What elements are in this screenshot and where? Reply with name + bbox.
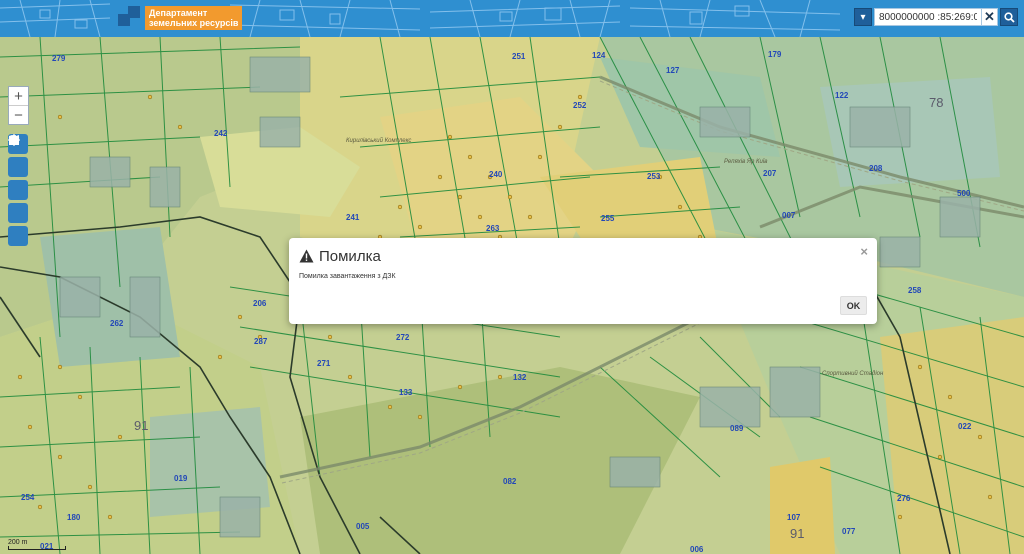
- parcel-label: 255: [601, 214, 615, 223]
- parcel-label: 254: [21, 493, 35, 502]
- parcel-label: 206: [253, 299, 267, 308]
- chevron-down-icon: ▾: [860, 11, 866, 23]
- parcel-label: 133: [399, 388, 413, 397]
- parcel-label: 263: [486, 224, 500, 233]
- block-label: 91: [790, 526, 805, 541]
- ok-button[interactable]: OK: [840, 296, 867, 315]
- parcel-label: 132: [513, 373, 527, 382]
- warning-icon: [299, 249, 314, 263]
- parcel-label: 007: [782, 211, 796, 220]
- parcel-label: 019: [174, 474, 188, 483]
- parcel-label: 006: [690, 545, 704, 554]
- parcel-label: 022: [958, 422, 972, 431]
- parcel-label: 251: [512, 52, 526, 61]
- close-icon: ✕: [984, 9, 995, 24]
- target-icon: [8, 134, 20, 146]
- parcel-label: 258: [908, 286, 922, 295]
- parcel-label: 127: [666, 66, 680, 75]
- zoom-in-button[interactable]: +: [9, 87, 28, 105]
- dialog-close-button[interactable]: ×: [860, 244, 868, 259]
- parcel-label: 124: [592, 51, 606, 60]
- parcel-label: 207: [763, 169, 777, 178]
- place-label: Кирилівський Комплекс: [346, 138, 412, 144]
- parcel-label: 179: [768, 50, 782, 59]
- error-dialog: Помилка × Помилка завантаження з ДЗК OK: [289, 238, 877, 324]
- scale-bar: 200 m: [8, 539, 66, 550]
- logo-mark-icon: [118, 6, 142, 30]
- parcel-label: 107: [787, 513, 801, 522]
- app-header: Департамент земельних ресурсів ▾ ✕: [0, 0, 1024, 37]
- search-button[interactable]: [1000, 8, 1018, 26]
- parcel-label: 276: [897, 494, 911, 503]
- search-icon: [1003, 11, 1015, 23]
- map-tools: [8, 134, 28, 249]
- parcel-label: 242: [214, 129, 228, 138]
- parcel-label: 500: [957, 189, 971, 198]
- parcel-label: 271: [317, 359, 331, 368]
- block-label: 78: [929, 95, 944, 110]
- search-bar: ▾ ✕: [854, 7, 1018, 27]
- clear-search-button[interactable]: ✕: [982, 8, 998, 26]
- parcel-label: 005: [356, 522, 370, 531]
- logo[interactable]: Департамент земельних ресурсів: [118, 4, 243, 32]
- parcel-label: 077: [842, 527, 856, 536]
- parcel-label: 082: [503, 477, 517, 486]
- parcel-label: 287: [254, 337, 268, 346]
- zoom-control: + −: [8, 86, 29, 125]
- map-button[interactable]: [8, 135, 28, 177]
- logo-text-line2: земельних ресурсів: [149, 18, 239, 28]
- parcel-label: 089: [730, 424, 744, 433]
- cadastral-search-input[interactable]: [874, 8, 982, 26]
- parcel-label: 241: [346, 213, 360, 222]
- parcel-label: 262: [110, 319, 124, 328]
- dialog-title: Помилка: [319, 247, 381, 265]
- logo-text-line1: Департамент: [149, 8, 208, 18]
- dialog-header: Помилка: [299, 247, 381, 265]
- dialog-message: Помилка завантаження з ДЗК: [299, 273, 396, 280]
- parcel-label: 252: [573, 101, 587, 110]
- scale-line: [8, 546, 66, 550]
- place-label: Спортивний Стадіон: [822, 371, 884, 377]
- parcel-label: 208: [869, 164, 883, 173]
- zoom-out-button[interactable]: −: [9, 105, 28, 124]
- block-label: 91: [134, 418, 149, 433]
- layers-button[interactable]: [8, 134, 28, 223]
- parcel-label: 279: [52, 54, 66, 63]
- search-type-dropdown[interactable]: ▾: [854, 8, 872, 26]
- logo-text: Департамент земельних ресурсів: [145, 6, 243, 30]
- buildings-button[interactable]: [8, 135, 28, 200]
- parcel-label: 180: [67, 513, 81, 522]
- parcel-label: 122: [835, 91, 849, 100]
- scale-label: 200 m: [8, 539, 28, 546]
- parcel-label: 253: [647, 172, 661, 181]
- parcel-label: 240: [489, 170, 503, 179]
- parcel-label: 272: [396, 333, 410, 342]
- locate-button[interactable]: [8, 134, 28, 246]
- place-label: Репяхів Яр Київ: [724, 159, 768, 165]
